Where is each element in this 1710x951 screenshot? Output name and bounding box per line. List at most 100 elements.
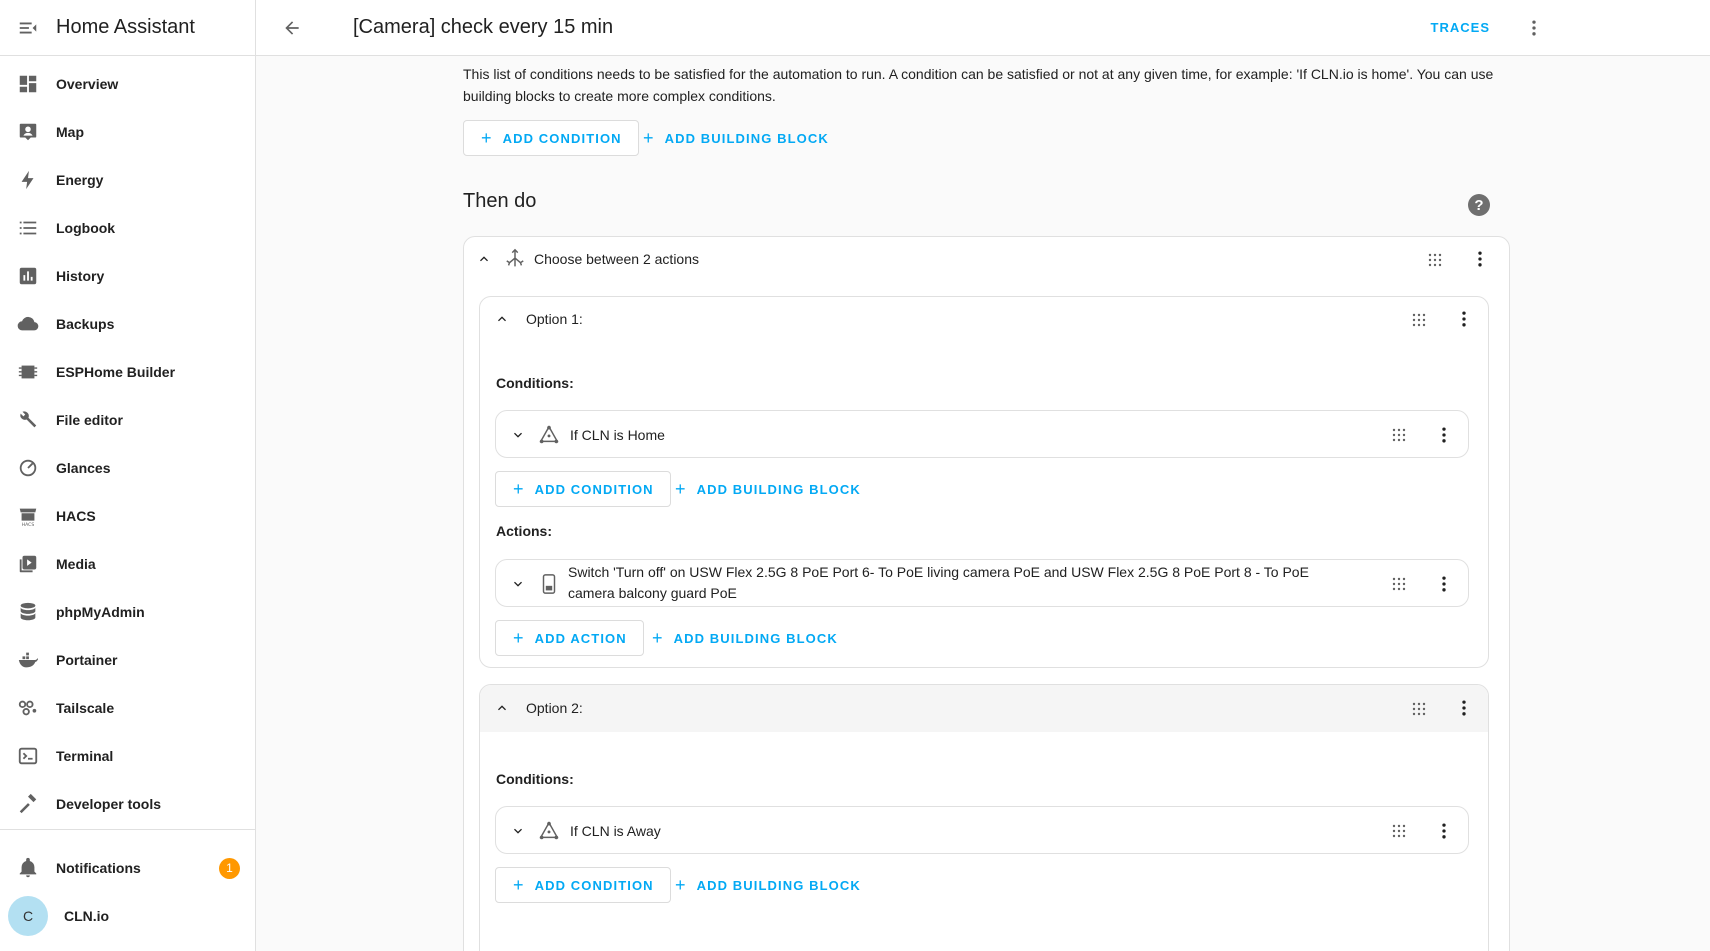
drag-handle-icon[interactable] xyxy=(1412,702,1426,716)
add-condition-button[interactable]: + ADD CONDITION xyxy=(495,867,671,903)
then-do-heading: Then do xyxy=(463,190,537,212)
traces-button[interactable]: TRACES xyxy=(1431,20,1490,35)
plus-icon: + xyxy=(481,128,493,148)
sidebar-item-tailscale[interactable]: Tailscale xyxy=(0,684,255,732)
option-1-more-button[interactable] xyxy=(1450,305,1478,333)
dots-vertical-icon xyxy=(1442,427,1446,443)
docker-icon xyxy=(17,649,39,671)
condition-more-button[interactable] xyxy=(1430,817,1458,845)
sidebar-item-portainer[interactable]: Portainer xyxy=(0,636,255,684)
sidebar-item-glances[interactable]: Glances xyxy=(0,444,255,492)
chevron-down-icon[interactable] xyxy=(508,821,528,841)
add-condition-label: ADD CONDITION xyxy=(502,130,622,146)
dots-vertical-icon xyxy=(1442,823,1446,839)
device-icon xyxy=(538,573,560,595)
add-action-label: ADD ACTION xyxy=(534,630,627,646)
action-title: Switch 'Turn off' on USW Flex 2.5G 8 PoE… xyxy=(568,564,1309,601)
state-condition-icon xyxy=(538,820,560,842)
plus-icon: + xyxy=(675,875,687,895)
add-building-block-button[interactable]: + ADD BUILDING BLOCK xyxy=(643,120,829,156)
add-action-button[interactable]: + ADD ACTION xyxy=(495,620,644,656)
sidebar-item-label: Portainer xyxy=(56,652,118,668)
sidebar-item-file-editor[interactable]: File editor xyxy=(0,396,255,444)
state-condition-icon xyxy=(538,424,560,446)
action-row[interactable]: Switch 'Turn off' on USW Flex 2.5G 8 PoE… xyxy=(495,559,1469,607)
back-button[interactable] xyxy=(272,8,312,48)
sidebar-item-label: History xyxy=(56,268,105,284)
plus-icon: + xyxy=(652,628,664,648)
add-building-block-button[interactable]: + ADD BUILDING BLOCK xyxy=(675,471,861,507)
action-more-button[interactable] xyxy=(1430,570,1458,598)
sidebar-item-user[interactable]: C CLN.io xyxy=(0,892,256,940)
chevron-up-icon[interactable] xyxy=(492,309,512,329)
sidebar-item-developer-tools[interactable]: Developer tools xyxy=(0,780,255,828)
add-building-block-button[interactable]: + ADD BUILDING BLOCK xyxy=(675,867,861,903)
sidebar-item-label: Media xyxy=(56,556,96,572)
menu-toggle-button[interactable] xyxy=(0,0,56,56)
condition-header[interactable]: If CLN is Away xyxy=(508,821,661,841)
sidebar-item-hacs[interactable]: HACS HACS xyxy=(0,492,255,540)
dots-vertical-icon xyxy=(1478,251,1482,267)
sidebar-item-label: Developer tools xyxy=(56,796,162,812)
drag-handle-icon[interactable] xyxy=(1412,313,1426,327)
chevron-down-icon[interactable] xyxy=(508,425,528,445)
condition-title: If CLN is Away xyxy=(570,823,661,839)
drag-handle-icon[interactable] xyxy=(1428,253,1442,267)
conditions-description: This list of conditions needs to be sati… xyxy=(463,66,1494,104)
sidebar-item-label: Map xyxy=(56,124,84,140)
choose-action-card: Choose between 2 actions Option 1: Condi… xyxy=(463,236,1510,951)
option-1-title: Option 1: xyxy=(526,311,583,327)
drag-handle-icon[interactable] xyxy=(1392,428,1406,442)
condition-row[interactable]: If CLN is Away xyxy=(495,806,1469,854)
add-condition-label: ADD CONDITION xyxy=(534,877,654,893)
sidebar-item-label: Tailscale xyxy=(56,700,115,716)
sidebar-item-energy[interactable]: Energy xyxy=(0,156,255,204)
add-building-block-label: ADD BUILDING BLOCK xyxy=(696,877,861,893)
bell-icon xyxy=(17,857,39,879)
sidebar-item-esphome-builder[interactable]: ESPHome Builder xyxy=(0,348,255,396)
condition-row[interactable]: If CLN is Home xyxy=(495,410,1469,458)
add-condition-button[interactable]: + ADD CONDITION xyxy=(463,120,639,156)
user-name: CLN.io xyxy=(64,908,110,924)
choose-header[interactable]: Choose between 2 actions xyxy=(474,248,1494,270)
add-building-block-button[interactable]: + ADD BUILDING BLOCK xyxy=(652,620,838,656)
drag-handle-icon[interactable] xyxy=(1392,824,1406,838)
terminal-icon xyxy=(17,745,39,767)
plus-icon: + xyxy=(643,128,655,148)
sidebar-divider xyxy=(0,829,256,830)
dots-vertical-icon xyxy=(1462,311,1466,327)
chip-icon xyxy=(17,361,39,383)
sidebar-item-media[interactable]: Media xyxy=(0,540,255,588)
sidebar-item-terminal[interactable]: Terminal xyxy=(0,732,255,780)
wrench-icon xyxy=(17,409,39,431)
option-2-header[interactable]: Option 2: xyxy=(492,698,583,718)
option-2-title: Option 2: xyxy=(526,700,583,716)
sidebar-item-phpmyadmin[interactable]: phpMyAdmin xyxy=(0,588,255,636)
choose-more-button[interactable] xyxy=(1466,245,1494,273)
chevron-down-icon[interactable] xyxy=(508,574,528,594)
sidebar-item-logbook[interactable]: Logbook xyxy=(0,204,255,252)
add-condition-label: ADD CONDITION xyxy=(534,481,654,497)
condition-header[interactable]: If CLN is Home xyxy=(508,425,665,445)
choose-arrows-icon xyxy=(504,248,526,270)
sidebar-header: Home Assistant xyxy=(0,0,255,56)
chevron-up-icon[interactable] xyxy=(474,249,494,269)
sidebar-item-overview[interactable]: Overview xyxy=(0,60,255,108)
sidebar: Home Assistant Overview Map Energy Logbo… xyxy=(0,0,256,951)
chevron-up-icon[interactable] xyxy=(492,698,512,718)
more-options-button[interactable] xyxy=(1520,14,1548,42)
media-icon xyxy=(17,553,39,575)
add-condition-button[interactable]: + ADD CONDITION xyxy=(495,471,671,507)
drag-handle-icon[interactable] xyxy=(1392,577,1406,591)
option-2-header-bg xyxy=(480,685,1488,732)
condition-more-button[interactable] xyxy=(1430,421,1458,449)
sidebar-item-map[interactable]: Map xyxy=(0,108,255,156)
sidebar-item-label: Notifications xyxy=(56,860,141,876)
help-icon[interactable]: ? xyxy=(1468,194,1490,216)
sidebar-item-notifications[interactable]: Notifications 1 xyxy=(0,844,256,892)
option-2-more-button[interactable] xyxy=(1450,694,1478,722)
option-1-header[interactable]: Option 1: xyxy=(492,309,583,329)
svg-text:HACS: HACS xyxy=(22,522,35,527)
sidebar-item-backups[interactable]: Backups xyxy=(0,300,255,348)
sidebar-item-history[interactable]: History xyxy=(0,252,255,300)
